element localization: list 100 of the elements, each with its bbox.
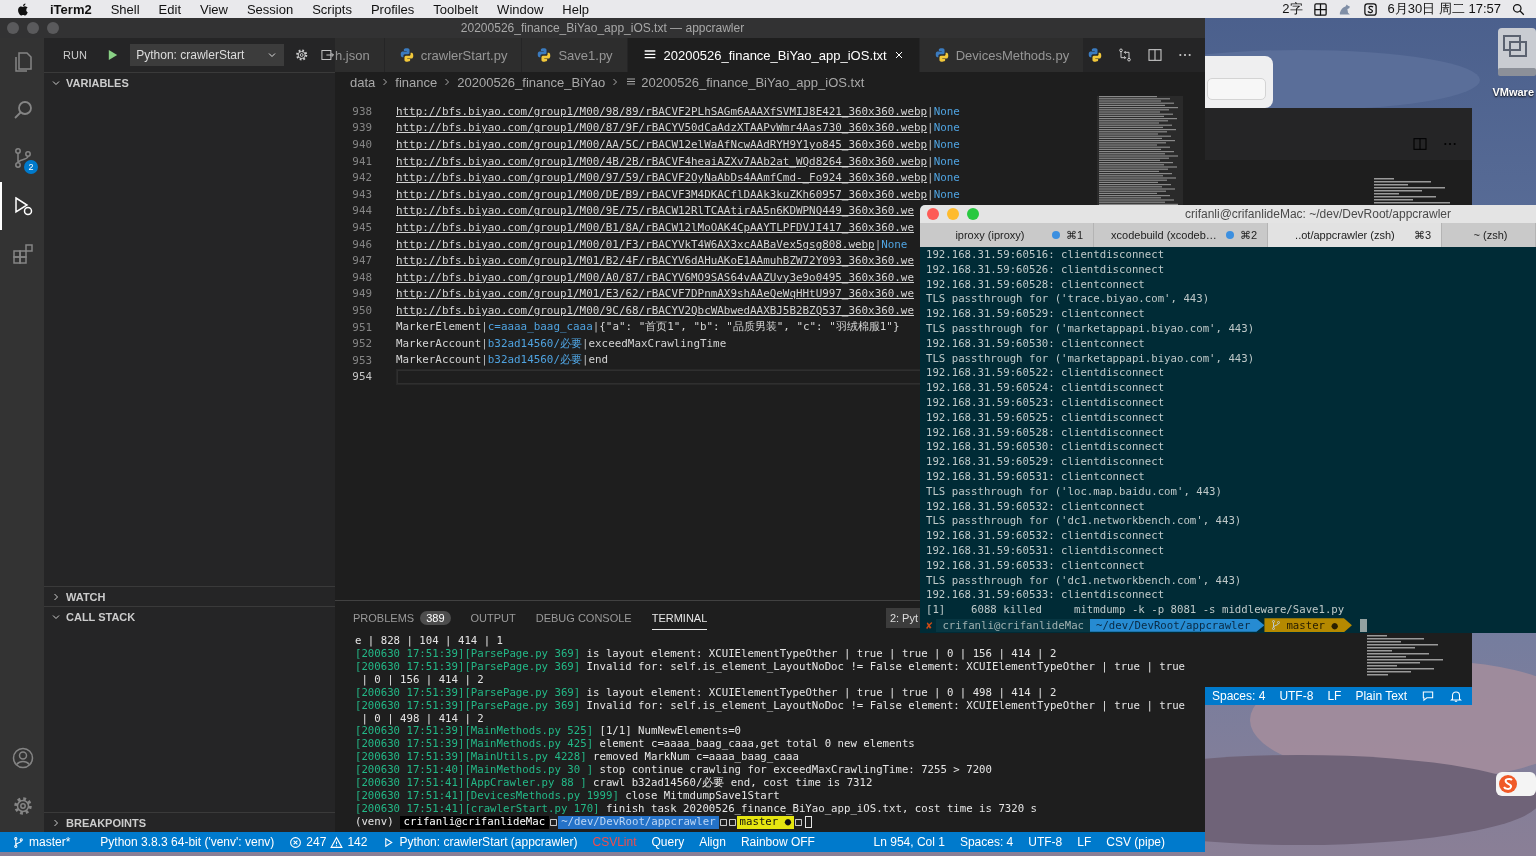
panel-tab[interactable]: TERMINAL: [651, 606, 708, 630]
code-line: http://bfs.biyao.com/group1/M01/E3/62/rBACVF7DPnmAX9shAAeQeWqHHtU997_360x360.we: [396, 287, 914, 301]
status-item[interactable]: Spaces: 4: [1212, 689, 1266, 703]
text-field[interactable]: [1207, 78, 1266, 100]
editor-tab[interactable]: Save1.py: [522, 38, 628, 72]
status-item[interactable]: Spaces: 4: [959, 835, 1014, 849]
missing-glyph-icon: [550, 817, 558, 827]
configuration-dropdown[interactable]: Python: crawlerStart: [130, 44, 285, 66]
branch-status[interactable]: master*: [12, 835, 71, 849]
tab-label: ..ot/appcrawler (zsh): [1294, 229, 1396, 241]
terminal-line: [200630 17:51:39][ParsePage.py 369] is layout element: XCUIElementTypeOther | true | true | 0 | 156 | 414 | 2: [355, 647, 1058, 661]
line-number: 951: [351, 320, 373, 334]
grid-icon[interactable]: [1312, 1, 1328, 17]
terminal-line: [200630 17:51:40][MainMethods.py 30 ] stop continue crawling for exceedMaxCrawlingTime: 7255 > 7200: [355, 764, 993, 777]
menu-item[interactable]: View: [200, 1, 228, 17]
panel-tab[interactable]: OUTPUT: [470, 606, 516, 630]
section-header[interactable]: WATCH: [44, 586, 335, 606]
status-item[interactable]: CSV (pipe): [1106, 835, 1165, 849]
account-icon[interactable]: [11, 746, 35, 770]
code-line: http://bfs.biyao.com/group1/M00/9C/68/rBACYV2QbcWAbwedAAXBJ5B2BZQ537_360x360.we: [396, 303, 914, 317]
app-menu[interactable]: iTerm2: [50, 1, 92, 17]
breadcrumb-item[interactable]: 20200526_finance_BiYao: [457, 74, 606, 90]
feedback-icon[interactable]: [1421, 689, 1436, 703]
terminal-line: [200630 17:51:39][MainMethods.py 425] element c=aaaa_baag_caaa,get total 0 new elements: [355, 738, 916, 752]
input-source[interactable]: 2字: [1282, 0, 1303, 18]
settings-icon[interactable]: [294, 47, 310, 63]
terminal-dropdown[interactable]: 2: Pyt: [885, 608, 920, 628]
input-method-icon[interactable]: [1496, 772, 1536, 796]
status-item[interactable]: Plain Text: [1355, 689, 1408, 703]
python-file-icon: [536, 47, 553, 63]
terminal-line: [200630 17:51:41][AppCrawler.py 88 ] crawl b32ad14560/必要 end, cost time is 7312: [355, 777, 874, 791]
code-line: http://bfs.biyao.com/group1/M00/A0/87/rBACYV6MO9SAS64vAAZUvy3e9o0495_360x360.we: [396, 270, 914, 284]
panel-tab[interactable]: PROBLEMS 389: [353, 606, 451, 630]
search-icon[interactable]: [1511, 1, 1526, 17]
debug-status[interactable]: Python: crawlerStart (appcrawler): [382, 835, 578, 849]
terminal-line: 192.168.31.59:60532: clientdisconnect: [926, 529, 1166, 544]
status-item[interactable]: Align: [699, 835, 726, 849]
extensions-icon[interactable]: [11, 242, 35, 266]
menu-item[interactable]: Help: [562, 1, 590, 17]
terminal-line: e | 828 | 104 | 414 | 1: [355, 635, 504, 648]
python-file-icon[interactable]: [1087, 47, 1103, 63]
menu-item[interactable]: Scripts: [312, 1, 352, 17]
terminal-line: [200630 17:51:39][ParsePage.py 369] is layout element: XCUIElementTypeOther | true | true | 0 | 498 | 414 | 2: [355, 686, 1058, 700]
editor-tab[interactable]: DevicesMethods.py: [919, 38, 1085, 72]
minimap[interactable]: [1097, 96, 1183, 208]
menu-item[interactable]: Toolbelt: [433, 1, 479, 17]
status-mark: ✘: [926, 618, 933, 632]
status-item[interactable]: LF: [1327, 689, 1342, 703]
section-header[interactable]: VARIABLES: [44, 72, 335, 92]
line-number: 941: [351, 154, 373, 168]
compare-icon[interactable]: [1117, 47, 1133, 63]
terminal-line: TLS passthrough for ('loc.map.baidu.com', 443): [926, 484, 1223, 500]
code-line: http://bfs.biyao.com/group1/M00/4B/2B/rBACVF4heaiAZXv7AAb2at_WQd8264_360x360.webp|None: [396, 154, 960, 168]
line-number: 948: [351, 270, 373, 284]
cursor: [805, 816, 813, 829]
breadcrumb-item[interactable]: data: [350, 74, 376, 90]
warning-icon: [330, 835, 344, 849]
status-item[interactable]: UTF-8: [1279, 689, 1314, 703]
session-tab[interactable]: ~ (zsh): [1442, 223, 1536, 247]
session-tab[interactable]: iproxy (iproxy) ⌘1: [920, 223, 1094, 247]
menu-extra-icon[interactable]: [1362, 1, 1378, 17]
terminal-line: 192.168.31.59:60524: clientdisconnect: [926, 381, 1166, 396]
problems-status[interactable]: 247 142: [289, 835, 368, 849]
terminal-line: 192.168.31.59:60523: clientdisconnect: [926, 395, 1166, 411]
menu-item[interactable]: Profiles: [370, 1, 415, 17]
cursor: [1359, 618, 1367, 632]
status-item[interactable]: Query: [651, 835, 685, 849]
code-line: http://bfs.biyao.com/group1/M00/98/89/rBACVF2PLhSAGm6AAAXfSVMIJ8E421_360x360.webp|None: [396, 104, 960, 118]
editor-tab[interactable]: crawlerStart.py: [384, 38, 523, 72]
status-item[interactable]: Ln 954, Col 1: [873, 835, 945, 849]
status-item[interactable]: UTF-8: [1028, 835, 1063, 849]
status-item[interactable]: Python 3.8.3 64-bit ('venv': venv): [100, 835, 275, 849]
tab-shortcut: ⌘1: [1065, 228, 1083, 242]
close-button[interactable]: [927, 208, 939, 220]
clock[interactable]: 6月30日 周二 17:57: [1387, 0, 1501, 18]
prompt-path: ~/dev/DevRoot/appcrawler: [1090, 618, 1265, 632]
terminal-line: [200630 17:51:39][ParsePage.py 369] Invalid for: self.is_element_LayoutNoDoc != False element: XCUIElementTypeOther | true | true: [355, 699, 1186, 713]
session-tab[interactable]: ..ot/appcrawler (zsh) ⌘3: [1268, 223, 1442, 247]
menu-item[interactable]: Shell: [110, 1, 140, 17]
breadcrumb-item[interactable]: finance: [395, 74, 438, 90]
terminal-line: 192.168.31.59:60531: clientdisconnect: [926, 543, 1166, 559]
editor-tab[interactable]: 20200526_finance_BiYao_app_iOS.txt: [627, 38, 920, 72]
status-item[interactable]: LF: [1077, 835, 1092, 849]
bell-icon[interactable]: [1449, 689, 1464, 703]
split-editor-icon[interactable]: [1147, 47, 1163, 63]
section-header[interactable]: CALL STACK: [44, 606, 335, 626]
menu-item[interactable]: Window: [497, 1, 544, 17]
problem-count: 389: [420, 610, 451, 625]
editor-tab[interactable]: h.json: [335, 38, 385, 72]
menu-item[interactable]: Edit: [158, 1, 181, 17]
panel-tab[interactable]: DEBUG CONSOLE: [535, 606, 632, 630]
terminal-line: 192.168.31.59:60533: clientdisconnect: [926, 588, 1166, 604]
prompt-text: (venv): [355, 815, 394, 829]
status-item[interactable]: Rainbow OFF: [740, 835, 815, 849]
branch-icon: [12, 835, 25, 849]
menu-item[interactable]: Session: [246, 1, 294, 17]
breadcrumb-item[interactable]: 20200526_finance_BiYao_app_iOS.txt: [641, 74, 865, 90]
code-line: MarkerAccount|b32ad14560/必要|exceedMaxCrawlingTime: [396, 336, 727, 351]
apple-logo-icon[interactable]: [16, 1, 31, 17]
desktop-icon-label[interactable]: VMware: [1492, 86, 1536, 98]
